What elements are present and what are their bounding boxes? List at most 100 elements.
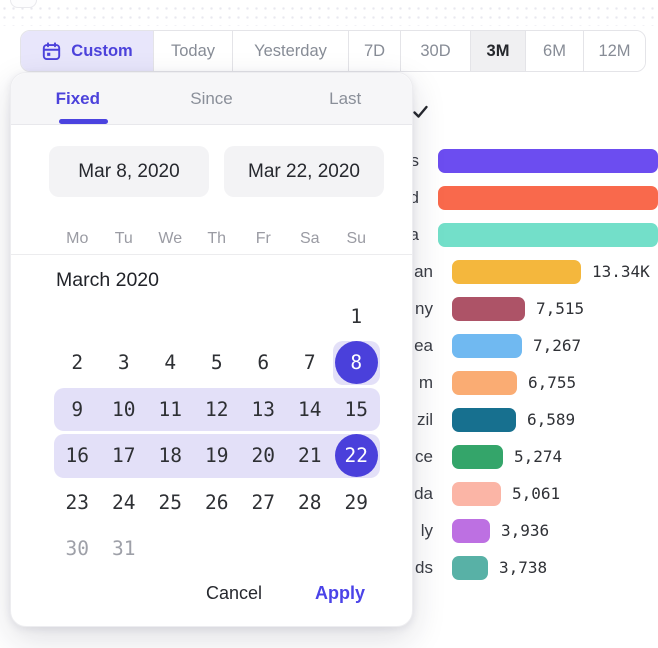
end-date-input[interactable]: Mar 22, 2020 (224, 146, 384, 197)
picker-footer: Cancel Apply (11, 583, 412, 604)
empty-day-cell (194, 526, 241, 573)
day-cell-selected-start[interactable]: 8 (333, 340, 380, 387)
toolbar-segment-custom[interactable]: Custom (21, 31, 154, 71)
day-cell-selected-end[interactable]: 22 (333, 433, 380, 480)
day-cell[interactable]: 3 (101, 340, 148, 387)
toolbar-segment-7d[interactable]: 7D (349, 31, 401, 71)
day-number: 16 (66, 444, 89, 467)
bar[interactable] (452, 445, 503, 469)
toolbar-segment-12m[interactable]: 12M (584, 31, 645, 71)
day-number: 24 (112, 491, 135, 514)
bar[interactable] (452, 371, 517, 395)
bar[interactable] (452, 556, 488, 580)
day-cell[interactable]: 17 (101, 433, 148, 480)
day-cell[interactable]: 16 (54, 433, 101, 480)
bar[interactable] (452, 408, 516, 432)
bar-value: 7,267 (533, 336, 581, 355)
toolbar-segment-30d[interactable]: 30D (401, 31, 471, 71)
day-cell[interactable]: 15 (333, 386, 380, 433)
empty-day-cell (54, 293, 101, 340)
day-cell[interactable]: 11 (147, 386, 194, 433)
day-cell[interactable]: 7 (287, 340, 334, 387)
day-number: 30 (66, 537, 89, 560)
weekday-label: Mo (54, 226, 101, 252)
bar[interactable] (438, 223, 658, 247)
day-cell[interactable]: 21 (287, 433, 334, 480)
date-range-picker-popup: Fixed Since Last Mar 8, 2020 Mar 22, 202… (10, 72, 413, 627)
bar[interactable] (452, 297, 525, 321)
weekday-label: Fr (240, 226, 287, 252)
day-cell[interactable]: 26 (194, 479, 241, 526)
day-cell[interactable]: 12 (194, 386, 241, 433)
day-cell[interactable]: 31 (101, 526, 148, 573)
day-cell[interactable]: 23 (54, 479, 101, 526)
day-cell[interactable]: 29 (333, 479, 380, 526)
day-number: 8 (335, 341, 378, 384)
day-number: 28 (298, 491, 321, 514)
day-cell[interactable]: 25 (147, 479, 194, 526)
tab-fixed[interactable]: Fixed (11, 73, 145, 124)
day-number: 26 (205, 491, 228, 514)
bar[interactable] (452, 334, 522, 358)
day-number: 29 (345, 491, 368, 514)
day-cell[interactable]: 30 (54, 526, 101, 573)
weekday-label: Sa (287, 226, 334, 252)
start-date-input[interactable]: Mar 8, 2020 (49, 146, 209, 197)
month-label: March 2020 (56, 269, 159, 292)
day-number: 7 (304, 351, 316, 374)
calendar-grid: 1234567891011121314151617181920212223242… (54, 293, 380, 572)
day-cell[interactable]: 18 (147, 433, 194, 480)
bar[interactable] (452, 519, 490, 543)
day-cell[interactable]: 1 (333, 293, 380, 340)
empty-day-cell (333, 526, 380, 573)
bar[interactable] (438, 186, 658, 210)
empty-day-cell (287, 293, 334, 340)
day-number: 14 (298, 398, 321, 421)
toolbar-segment-6m[interactable]: 6M (526, 31, 584, 71)
bar[interactable] (452, 482, 501, 506)
day-cell[interactable]: 6 (240, 340, 287, 387)
weekday-label: We (147, 226, 194, 252)
day-cell[interactable]: 13 (240, 386, 287, 433)
day-cell[interactable]: 2 (54, 340, 101, 387)
day-number: 22 (335, 434, 378, 477)
toolbar-segment-3m[interactable]: 3M (471, 31, 526, 71)
empty-day-cell (240, 293, 287, 340)
day-number: 21 (298, 444, 321, 467)
day-number: 12 (205, 398, 228, 421)
day-number: 31 (112, 537, 135, 560)
day-cell[interactable]: 10 (101, 386, 148, 433)
day-cell[interactable]: 19 (194, 433, 241, 480)
day-cell[interactable]: 28 (287, 479, 334, 526)
empty-day-cell (287, 526, 334, 573)
check-icon (412, 103, 429, 120)
day-number: 17 (112, 444, 135, 467)
bar-value: 5,274 (514, 447, 562, 466)
calendar-icon (41, 41, 62, 62)
day-cell[interactable]: 27 (240, 479, 287, 526)
cancel-button[interactable]: Cancel (206, 583, 262, 604)
tab-since[interactable]: Since (145, 73, 279, 124)
apply-button[interactable]: Apply (315, 583, 365, 604)
day-number: 9 (71, 398, 83, 421)
day-cell[interactable]: 9 (54, 386, 101, 433)
weekday-header: MoTuWeThFrSaSu (54, 226, 380, 252)
day-cell[interactable]: 4 (147, 340, 194, 387)
bar-value: 6,589 (527, 410, 575, 429)
day-number: 18 (159, 444, 182, 467)
bar-value: 3,936 (501, 521, 549, 540)
toolbar-segment-yesterday[interactable]: Yesterday (233, 31, 349, 71)
bar[interactable] (452, 260, 581, 284)
day-cell[interactable]: 20 (240, 433, 287, 480)
day-number: 25 (159, 491, 182, 514)
day-cell[interactable]: 14 (287, 386, 334, 433)
day-cell[interactable]: 5 (194, 340, 241, 387)
day-cell[interactable]: 24 (101, 479, 148, 526)
toolbar-segment-today[interactable]: Today (154, 31, 233, 71)
tab-last[interactable]: Last (278, 73, 412, 124)
bar-value: 6,755 (528, 373, 576, 392)
date-range-toolbar: Custom Today Yesterday 7D 30D 3M 6M 12M (20, 30, 646, 72)
bar[interactable] (438, 149, 658, 173)
cutoff-panel-corner (10, 0, 37, 8)
toolbar-segment-label: Custom (71, 42, 132, 61)
